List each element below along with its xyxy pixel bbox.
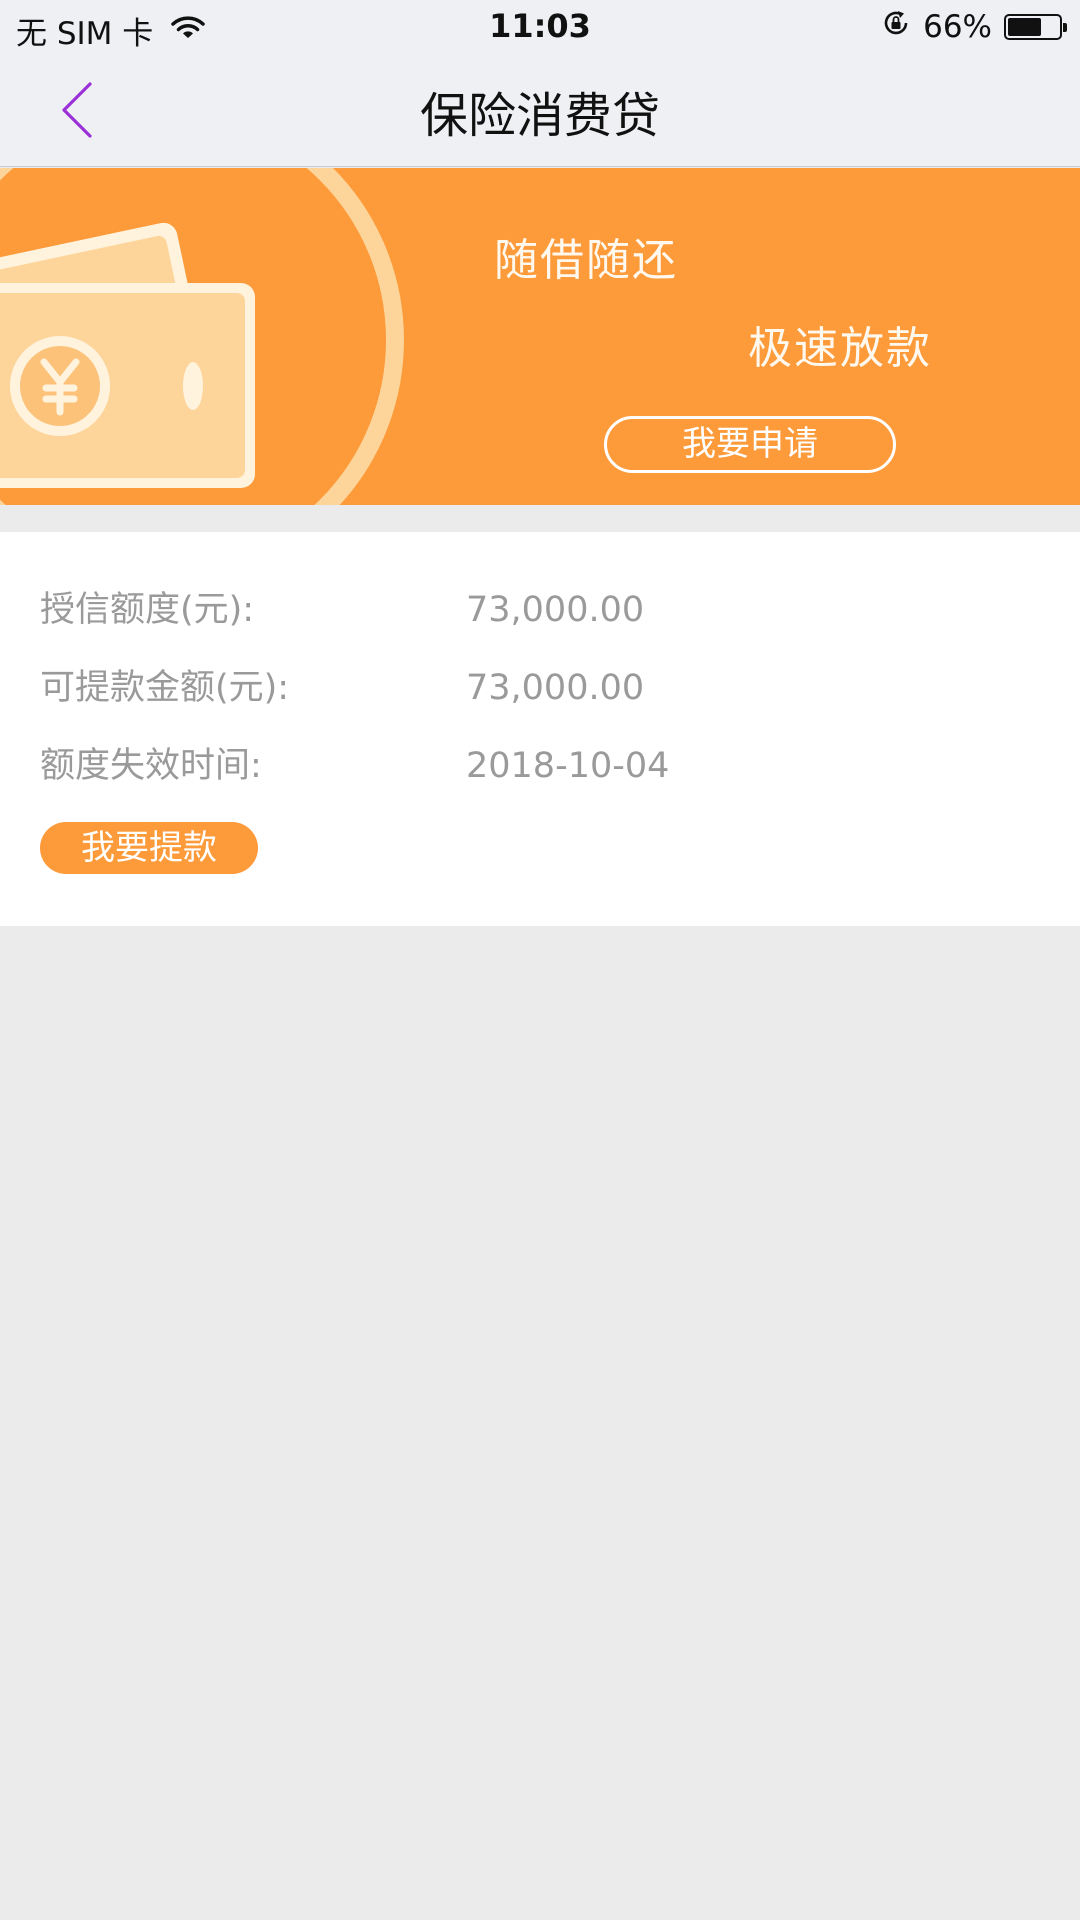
available-amount-value: 73,000.00 — [466, 668, 645, 708]
expiry-date-row: 额度失效时间: 2018-10-04 — [40, 736, 1040, 796]
credit-limit-label: 授信额度(元): — [40, 590, 255, 630]
battery-level — [1008, 18, 1041, 36]
expiry-date-label: 额度失效时间: — [40, 746, 262, 786]
battery-icon — [1004, 14, 1067, 40]
rotation-lock-icon — [881, 8, 911, 46]
nav-bar: 保险消费贷 — [0, 54, 1080, 167]
withdraw-button[interactable]: 我要提款 — [40, 822, 258, 874]
apply-button[interactable]: 我要申请 — [604, 416, 896, 473]
promo-banner: 随借随还 极速放款 我要申请 — [0, 168, 1080, 505]
status-right: 66% — [881, 8, 1067, 46]
status-bar: 无 SIM 卡 11:03 66% — [0, 0, 1080, 54]
battery-percent: 66% — [923, 9, 992, 45]
credit-limit-row: 授信额度(元): 73,000.00 — [40, 580, 1040, 640]
banknote-yen-icon — [0, 168, 404, 505]
available-amount-label: 可提款金额(元): — [40, 668, 290, 708]
available-amount-row: 可提款金额(元): 73,000.00 — [40, 658, 1040, 718]
credit-limit-value: 73,000.00 — [466, 590, 645, 630]
slogan-fast: 极速放款 — [748, 323, 932, 374]
battery-cap — [1063, 23, 1067, 32]
slogan-flexible: 随借随还 — [494, 235, 678, 286]
page-title: 保险消费贷 — [419, 88, 660, 144]
expiry-date-value: 2018-10-04 — [466, 746, 670, 786]
credit-info-card: 授信额度(元): 73,000.00 可提款金额(元): 73,000.00 额… — [0, 532, 1080, 926]
